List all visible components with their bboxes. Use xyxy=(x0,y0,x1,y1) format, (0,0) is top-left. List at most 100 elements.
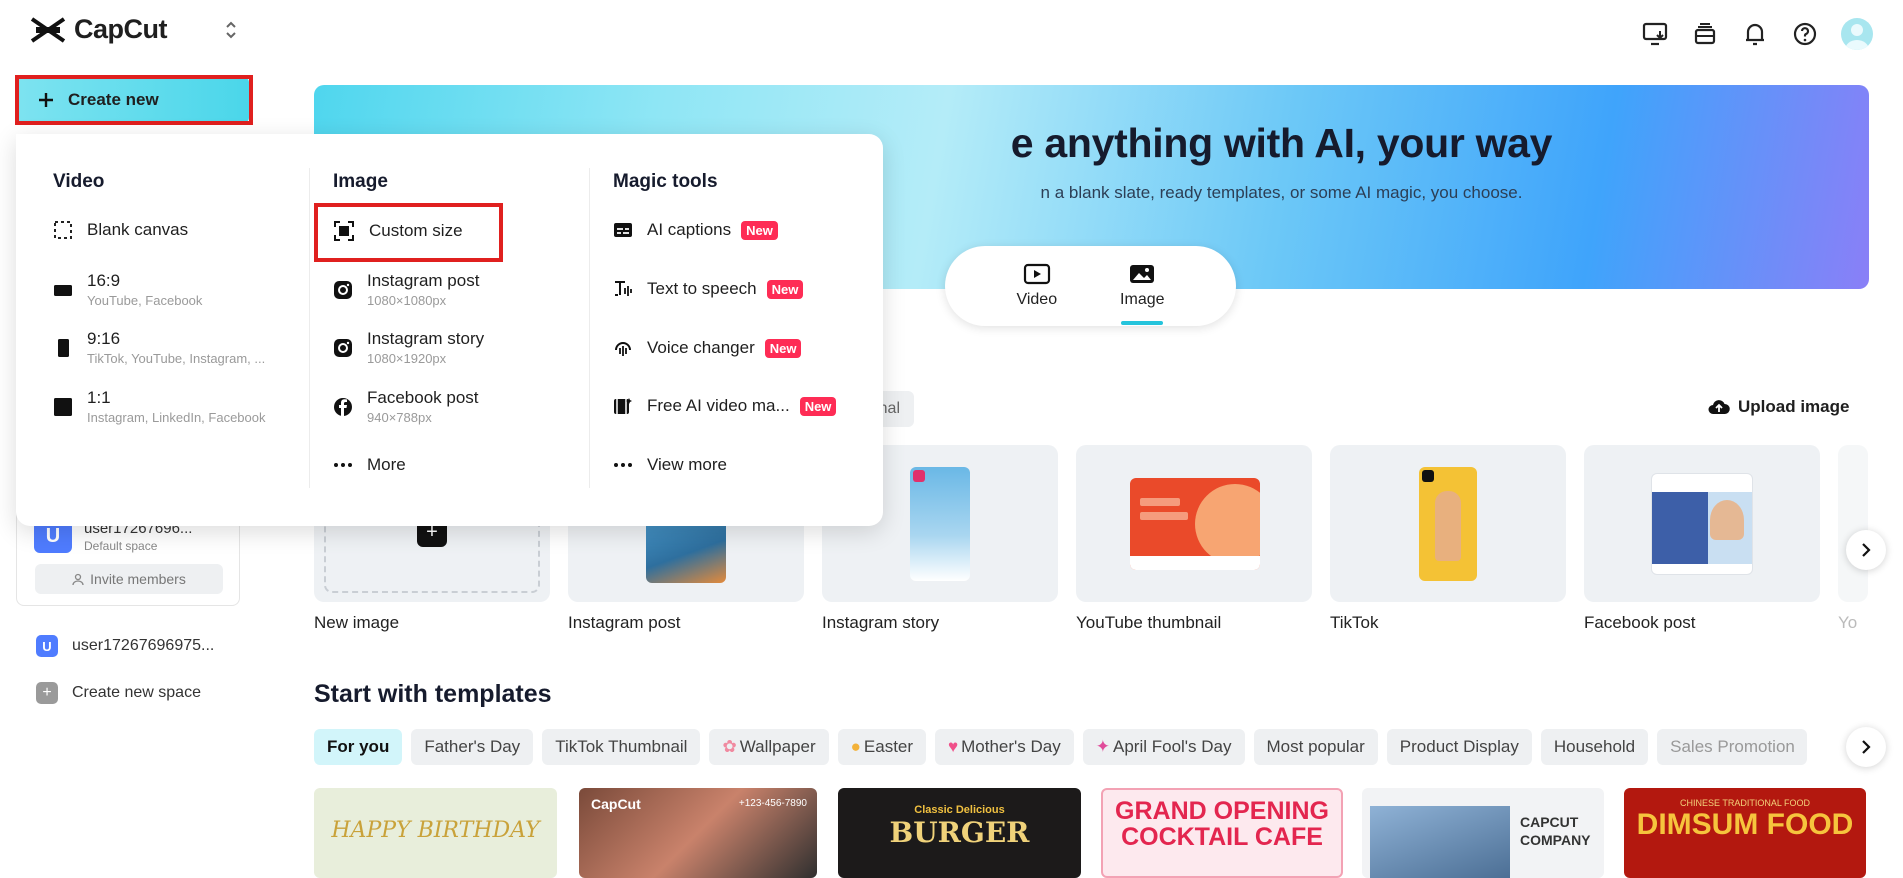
tag-fathers-day[interactable]: Father's Day xyxy=(411,729,534,765)
egg-icon: ● xyxy=(850,737,861,756)
image-icon xyxy=(1128,263,1156,285)
voice-changer-icon xyxy=(613,338,633,358)
portrait-circle xyxy=(1195,484,1260,564)
tag-tiktok-thumbnail[interactable]: TikTok Thumbnail xyxy=(542,729,701,765)
template-text: CapCut xyxy=(591,796,641,812)
magic-tools-column-title: Magic tools xyxy=(613,171,718,192)
bell-icon[interactable] xyxy=(1741,20,1769,48)
tag-wallpaper[interactable]: ✿ Wallpaper xyxy=(709,729,829,765)
mode-video-label: Video xyxy=(1016,291,1058,308)
template-thumb[interactable]: HAPPY BIRTHDAY xyxy=(314,788,557,878)
invite-members-button[interactable]: Invite members xyxy=(35,564,223,594)
new-badge: New xyxy=(799,396,837,416)
new-badge: New xyxy=(764,338,802,358)
tag-most-popular[interactable]: Most popular xyxy=(1253,729,1378,765)
card-tiktok[interactable] xyxy=(1330,445,1566,602)
template-text: HAPPY BIRTHDAY xyxy=(331,818,540,843)
template-sub: CHINESE TRADITIONAL FOOD xyxy=(1679,798,1811,808)
menu-more[interactable]: More xyxy=(333,455,406,475)
workspace-switch-icon[interactable] xyxy=(225,20,237,40)
cards-next-arrow[interactable] xyxy=(1846,530,1886,570)
card-facebook-post[interactable] xyxy=(1584,445,1820,602)
menu-facebook-post[interactable]: Facebook post 940×788px xyxy=(333,388,479,425)
card-partial[interactable] xyxy=(1838,445,1868,602)
instagram-icon xyxy=(333,338,353,358)
template-thumb[interactable]: Classic Delicious BURGER xyxy=(838,788,1081,878)
tag-april-fools-day[interactable]: ✦ April Fool's Day xyxy=(1082,729,1245,765)
avatar[interactable] xyxy=(1841,18,1873,50)
tag-mothers-day[interactable]: ♥ Mother's Day xyxy=(935,729,1074,765)
mode-video[interactable]: Video xyxy=(1016,263,1057,309)
menu-label: Instagram post xyxy=(367,271,480,290)
sidebar-user[interactable]: U user17267696975... xyxy=(36,635,214,657)
menu-9-16[interactable]: 9:16 TikTok, YouTube, Instagram, ... xyxy=(53,329,265,366)
template-sub: +123-456-7890 xyxy=(738,798,807,809)
upload-image-button[interactable]: Upload image xyxy=(1708,397,1849,417)
desktop-download-icon[interactable] xyxy=(1641,20,1669,48)
facebook-post-preview xyxy=(1651,473,1753,575)
menu-label: AI captions xyxy=(647,220,732,239)
card-label: Instagram post xyxy=(568,613,681,632)
menu-view-more[interactable]: View more xyxy=(613,455,727,475)
storage-icon[interactable] xyxy=(1691,20,1719,48)
menu-blank-canvas[interactable]: Blank canvas xyxy=(53,220,188,240)
new-badge: New xyxy=(741,220,778,240)
column-divider xyxy=(309,168,310,488)
template-thumb[interactable]: CapCut +123-456-7890 xyxy=(579,788,817,878)
instagram-icon xyxy=(333,280,353,300)
menu-16-9[interactable]: 16:9 YouTube, Facebook xyxy=(53,271,202,308)
template-sub: COMPANY xyxy=(1520,832,1591,848)
create-new-highlight xyxy=(15,75,253,125)
menu-sub: 1080×1920px xyxy=(367,351,447,366)
template-thumb[interactable]: CAPCUT COMPANY xyxy=(1362,788,1604,878)
captions-icon xyxy=(613,220,633,240)
plus-icon: + xyxy=(36,682,58,704)
menu-ai-captions[interactable]: AI captions New xyxy=(613,220,778,240)
menu-sub: Instagram, LinkedIn, Facebook xyxy=(87,410,266,425)
template-text: BURGER xyxy=(889,816,1030,849)
menu-free-ai-video-maker[interactable]: Free AI video ma... New xyxy=(613,396,837,416)
menu-1-1[interactable]: 1:1 Instagram, LinkedIn, Facebook xyxy=(53,388,266,425)
templates-title: Start with templates xyxy=(314,680,552,708)
create-new-space-button[interactable]: + Create new space xyxy=(36,682,201,704)
capcut-logo[interactable]: CapCut xyxy=(30,14,168,45)
card-label: Instagram story xyxy=(822,613,940,632)
menu-label: Facebook post xyxy=(367,388,479,407)
template-thumb[interactable]: GRAND OPENING COCKTAIL CAFE xyxy=(1101,788,1343,878)
sidebar-user-label: user17267696975... xyxy=(72,637,215,654)
template-tags: For you Father's Day TikTok Thumbnail ✿ W… xyxy=(314,729,1808,765)
tag-product-display[interactable]: Product Display xyxy=(1386,729,1532,765)
tags-next-arrow[interactable] xyxy=(1846,727,1886,767)
menu-instagram-story[interactable]: Instagram story 1080×1920px xyxy=(333,329,484,366)
image-column-title: Image xyxy=(333,171,388,192)
menu-instagram-post[interactable]: Instagram post 1080×1080px xyxy=(333,271,479,308)
mode-image[interactable]: Image xyxy=(1120,263,1165,325)
menu-text-to-speech[interactable]: Text to speech New xyxy=(613,279,804,299)
help-icon[interactable] xyxy=(1791,20,1819,48)
card-youtube-thumbnail[interactable] xyxy=(1076,445,1312,602)
app-name: CapCut xyxy=(74,14,168,44)
menu-label: 16:9 xyxy=(87,271,121,290)
top-toolbar xyxy=(1641,18,1873,50)
card-label: New image xyxy=(314,613,400,632)
chevron-right-icon xyxy=(1861,740,1871,754)
invite-members-label: Invite members xyxy=(90,571,186,587)
chevron-right-icon xyxy=(1861,543,1871,557)
card-label: Facebook post xyxy=(1584,613,1696,632)
tag-household[interactable]: Household xyxy=(1540,729,1649,765)
mode-switch: Video Image xyxy=(945,246,1236,326)
tag-sales-promotion[interactable]: Sales Promotion xyxy=(1657,729,1808,765)
template-thumb[interactable]: CHINESE TRADITIONAL FOOD DIMSUM FOOD xyxy=(1624,788,1866,878)
menu-label: Free AI video ma... xyxy=(647,396,790,415)
bottom-bar xyxy=(1130,556,1260,570)
tag-label: Easter xyxy=(863,737,914,756)
square-ratio-icon xyxy=(53,397,73,417)
tag-for-you[interactable]: For you xyxy=(314,729,403,765)
menu-sub: YouTube, Facebook xyxy=(87,293,203,308)
text-line xyxy=(1140,498,1180,506)
person-figure xyxy=(1435,491,1461,561)
menu-voice-changer[interactable]: Voice changer New xyxy=(613,338,802,358)
tag-easter[interactable]: ● Easter xyxy=(837,729,927,765)
custom-size-highlight xyxy=(314,203,503,262)
blank-canvas-icon xyxy=(53,220,73,240)
